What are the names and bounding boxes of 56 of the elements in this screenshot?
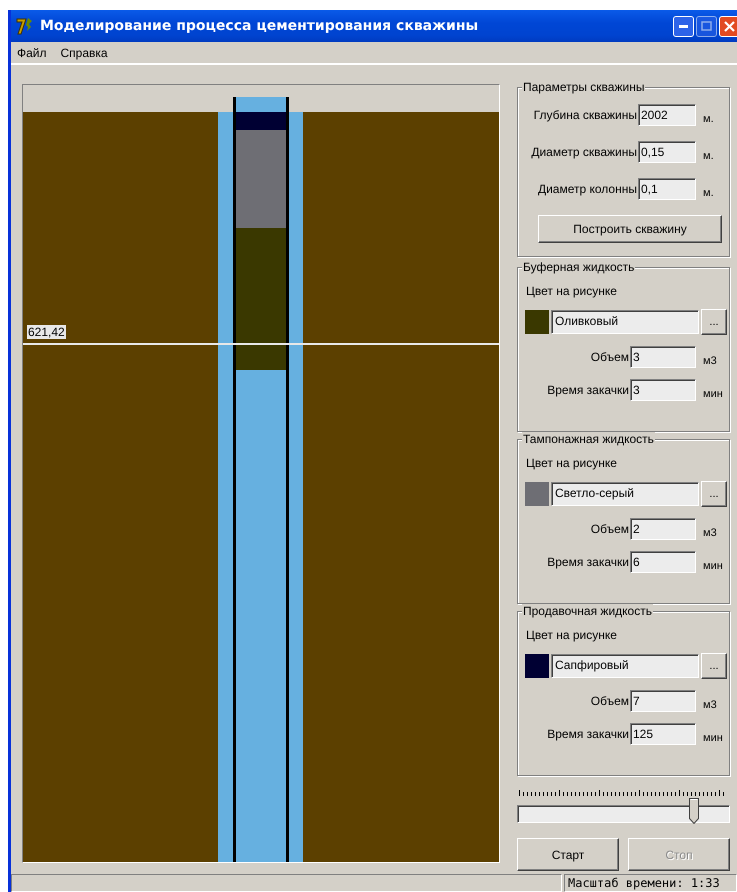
unit-label: м3: [702, 354, 718, 367]
color-label: Цвет на рисунке: [526, 284, 618, 298]
input-field[interactable]: 2002: [638, 104, 696, 126]
input-field[interactable]: 6: [630, 551, 696, 573]
unit-label: м.: [702, 112, 715, 125]
unit-label: м3: [702, 526, 718, 539]
field-label: Глубина скважины: [534, 108, 637, 122]
menu-item[interactable]: Справка: [60, 46, 108, 60]
input-field[interactable]: 0,1: [638, 178, 696, 200]
input-field[interactable]: 7: [630, 690, 696, 712]
input-field[interactable]: 3: [630, 346, 696, 368]
group-title: Буферная жидкость: [522, 260, 636, 274]
color-label: Цвет на рисунке: [526, 456, 618, 470]
time-slider[interactable]: [517, 797, 730, 825]
unit-label: мин: [702, 559, 724, 572]
input-field[interactable]: 3: [630, 379, 696, 401]
field-label: Время закачки: [547, 555, 629, 569]
build-well-button[interactable]: Построить скважину: [538, 215, 722, 243]
browse-button[interactable]: ...: [701, 309, 727, 335]
depth-label: 621,42: [27, 325, 66, 339]
browse-button[interactable]: ...: [701, 481, 727, 507]
menu-item[interactable]: Файл: [17, 46, 47, 60]
unit-label: м3: [702, 698, 718, 711]
field-label: Объем: [590, 350, 629, 364]
maximize-icon: [701, 21, 712, 31]
group-title: Продавочная жидкость: [522, 604, 653, 618]
input-field[interactable]: 2: [630, 518, 696, 540]
color-label: Цвет на рисунке: [526, 628, 618, 642]
unit-label: мин: [702, 731, 724, 744]
maximize-button[interactable]: [696, 16, 717, 36]
input-field[interactable]: 0,15: [638, 141, 696, 163]
window-title: Моделирование процесса цементирования скважины: [40, 18, 478, 34]
field-label: Время закачки: [547, 383, 629, 397]
app-logo-icon: [15, 16, 35, 36]
color-name-field: Оливковый: [551, 310, 699, 334]
field-label: Время закачки: [547, 727, 629, 741]
unit-label: мин: [702, 387, 724, 400]
color-name-field: Светло-серый: [551, 482, 699, 506]
unit-label: м.: [702, 186, 715, 199]
browse-button[interactable]: ...: [701, 653, 727, 679]
field-label: Объем: [590, 694, 629, 708]
minimize-button[interactable]: [673, 16, 694, 36]
unit-label: м.: [702, 149, 715, 162]
field-label: Диаметр скважины: [531, 145, 637, 159]
time-scale-status: Масштаб времени: 1:33: [564, 874, 737, 892]
field-label: Диаметр колонны: [538, 182, 637, 196]
group-title: Параметры скважины: [522, 80, 646, 94]
field-label: Объем: [590, 522, 629, 536]
minimize-icon: [679, 24, 688, 28]
input-field[interactable]: 125: [630, 723, 696, 745]
start-button[interactable]: Старт: [517, 838, 619, 871]
close-button[interactable]: [719, 16, 737, 36]
color-name-field: Сапфировый: [551, 654, 699, 678]
group-title: Тампонажная жидкость: [522, 432, 655, 446]
slider-thumb[interactable]: [688, 798, 699, 824]
close-icon: [724, 20, 735, 32]
